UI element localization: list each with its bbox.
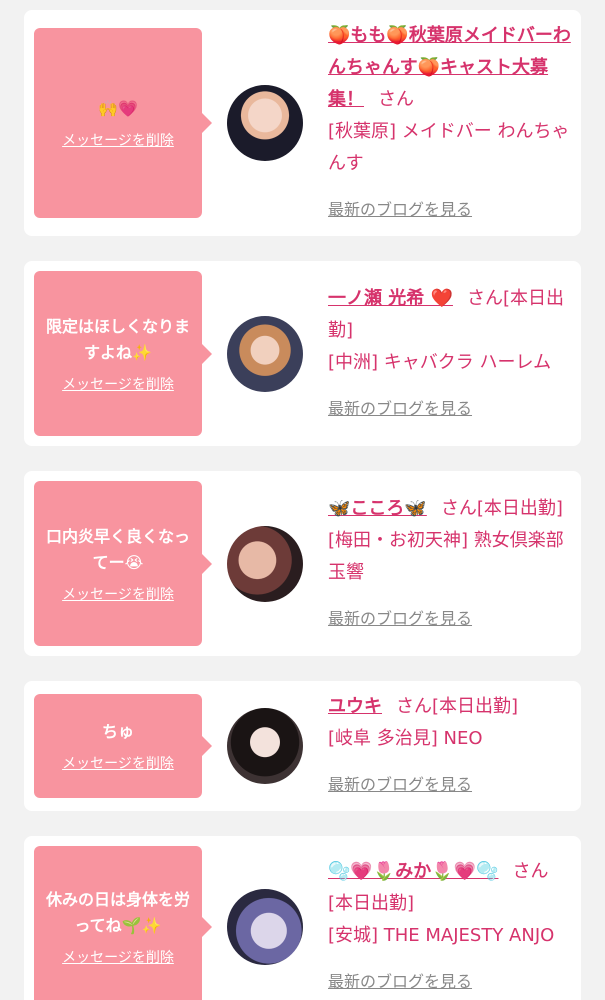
name-suffix: さん[本日出勤] bbox=[440, 497, 563, 519]
cast-name-link[interactable]: 🍑もも🍑秋葉原メイドバーわんちゃんす🍑キャスト大募集！ bbox=[328, 25, 571, 110]
message-card: 口内炎早く良くなってー😭 メッセージを削除 🦋こころ🦋 さん[本日出勤] [梅田・… bbox=[24, 471, 581, 656]
cast-name-link[interactable]: 🫧💗🌷みか🌷💗🫧 bbox=[328, 861, 498, 882]
cast-info: 🦋こころ🦋 さん[本日出勤] [梅田・お初天神] 熟女倶楽部 玉響 最新のブログを… bbox=[328, 493, 571, 635]
message-card: 限定はほしくなりますよね✨ メッセージを削除 一ノ瀬 光希 ❤️ さん[本日出勤]… bbox=[24, 261, 581, 446]
shop-name: [梅田・お初天神] 熟女倶楽部 玉響 bbox=[328, 529, 564, 583]
latest-blog-link[interactable]: 最新のブログを見る bbox=[328, 393, 472, 425]
cast-name-link[interactable]: 🦋こころ🦋 bbox=[328, 498, 427, 519]
message-bubble: 限定はほしくなりますよね✨ メッセージを削除 bbox=[34, 271, 212, 436]
latest-blog-link[interactable]: 最新のブログを見る bbox=[328, 769, 472, 801]
cast-info: 一ノ瀬 光希 ❤️ さん[本日出勤] [中洲] キャバクラ ハーレム 最新のブログ… bbox=[328, 283, 571, 425]
message-text: 🙌💗 bbox=[98, 99, 138, 118]
message-bubble: 休みの日は身体を労ってね🌱✨ メッセージを削除 bbox=[34, 846, 212, 1000]
message-bubble: ちゅ メッセージを削除 bbox=[34, 694, 212, 798]
cast-info: 🍑もも🍑秋葉原メイドバーわんちゃんす🍑キャスト大募集！ さん [秋葉原] メイドバ… bbox=[328, 20, 571, 226]
delete-message-link[interactable]: メッセージを削除 bbox=[62, 374, 174, 394]
latest-blog-link[interactable]: 最新のブログを見る bbox=[328, 966, 472, 998]
message-bubble: 口内炎早く良くなってー😭 メッセージを削除 bbox=[34, 481, 212, 646]
avatar[interactable] bbox=[227, 708, 303, 784]
avatar[interactable] bbox=[227, 85, 303, 161]
avatar[interactable] bbox=[227, 889, 303, 965]
shop-name: [秋葉原] メイドバー わんちゃんす bbox=[328, 121, 570, 174]
name-suffix: さん[本日出勤] bbox=[396, 696, 519, 717]
message-list: 🙌💗 メッセージを削除 🍑もも🍑秋葉原メイドバーわんちゃんす🍑キャスト大募集！さ… bbox=[0, 0, 605, 1000]
message-text: ちゅ bbox=[101, 722, 134, 741]
shop-name: [中洲] キャバクラ ハーレム bbox=[328, 351, 552, 373]
delete-message-link[interactable]: メッセージを削除 bbox=[62, 753, 174, 773]
avatar[interactable] bbox=[227, 315, 303, 392]
cast-info: ユウキ さん[本日出勤] [岐阜 多治見] NEO 最新のブログを見る bbox=[328, 691, 571, 801]
cast-name-link[interactable]: ユウキ bbox=[328, 696, 382, 717]
message-text: 休みの日は身体を労ってね🌱✨ bbox=[45, 890, 190, 935]
message-text: 限定はほしくなりますよね✨ bbox=[45, 316, 190, 362]
delete-message-link[interactable]: メッセージを削除 bbox=[62, 130, 174, 150]
message-card: 🙌💗 メッセージを削除 🍑もも🍑秋葉原メイドバーわんちゃんす🍑キャスト大募集！さ… bbox=[24, 10, 581, 236]
message-card: ちゅ メッセージを削除 ユウキ さん[本日出勤] [岐阜 多治見] NEO 最新の… bbox=[24, 681, 581, 811]
name-suffix: さん bbox=[378, 89, 414, 110]
latest-blog-link[interactable]: 最新のブログを見る bbox=[328, 603, 472, 635]
cast-info: 🫧💗🌷みか🌷💗🫧 さん[本日出勤] [安城] THE MAJESTY ANJO 最… bbox=[328, 856, 571, 998]
message-bubble: 🙌💗 メッセージを削除 bbox=[34, 28, 212, 218]
message-text: 口内炎早く良くなってー😭 bbox=[45, 526, 190, 572]
cast-name-link[interactable]: 一ノ瀬 光希 ❤️ bbox=[328, 288, 453, 309]
shop-name: [安城] THE MAJESTY ANJO bbox=[328, 925, 555, 946]
shop-name: [岐阜 多治見] NEO bbox=[328, 728, 483, 749]
avatar[interactable] bbox=[227, 525, 303, 602]
latest-blog-link[interactable]: 最新のブログを見る bbox=[328, 194, 472, 226]
delete-message-link[interactable]: メッセージを削除 bbox=[62, 947, 174, 967]
delete-message-link[interactable]: メッセージを削除 bbox=[62, 584, 174, 604]
message-card: 休みの日は身体を労ってね🌱✨ メッセージを削除 🫧💗🌷みか🌷💗🫧 さん[本日出勤]… bbox=[24, 836, 581, 1000]
